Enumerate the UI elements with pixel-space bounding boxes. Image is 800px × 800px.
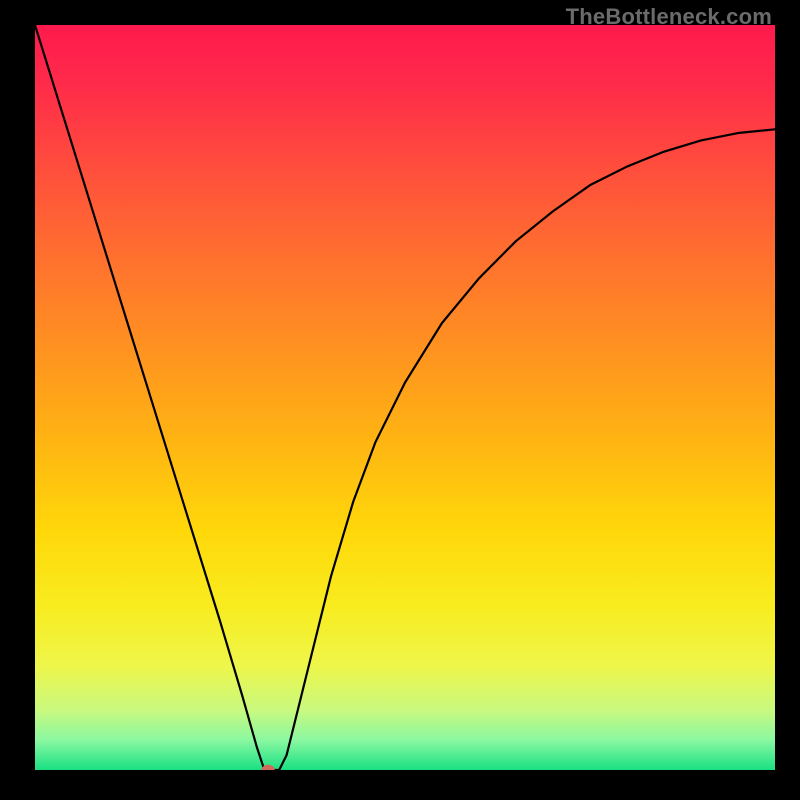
plot-area [35, 25, 775, 770]
gradient-background [35, 25, 775, 770]
watermark-text: TheBottleneck.com [566, 4, 772, 30]
chart-svg [35, 25, 775, 770]
chart-frame: TheBottleneck.com [0, 0, 800, 800]
